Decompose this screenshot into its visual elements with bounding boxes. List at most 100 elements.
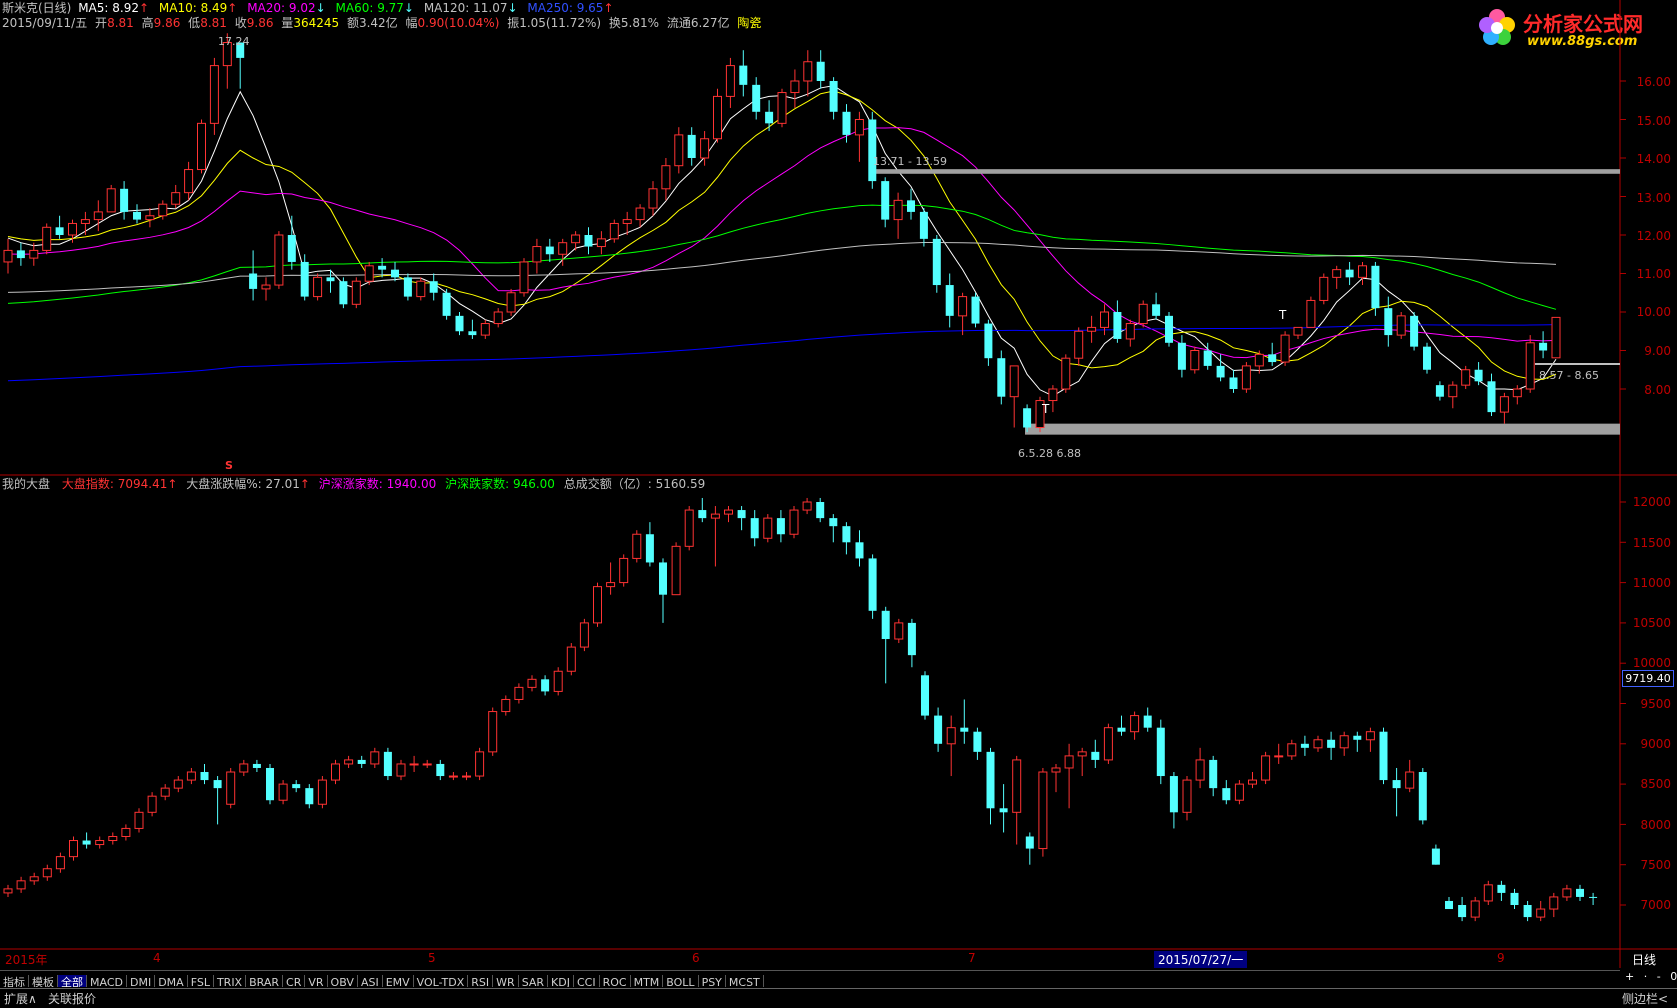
tab-macd[interactable]: MACD xyxy=(87,975,127,987)
candle-body-up xyxy=(158,203,168,217)
candle-body-up xyxy=(1549,896,1559,910)
candle-body-down xyxy=(1523,905,1532,918)
candle-body-down xyxy=(750,518,759,539)
candle-body-up xyxy=(789,509,799,535)
index-pct-label: 大盘涨跌幅%: 27.01↑ xyxy=(186,477,310,491)
candle-body-up xyxy=(802,501,812,511)
candle-body-down xyxy=(292,784,301,789)
candle-body-up xyxy=(1130,715,1140,733)
tab-模板[interactable]: 模板 xyxy=(29,975,58,987)
candle-body-up xyxy=(777,92,787,124)
candle-body-up xyxy=(579,622,589,648)
tab-指标[interactable]: 指标 xyxy=(0,975,29,987)
candle-body-down xyxy=(1023,408,1032,428)
candle-body-up xyxy=(661,165,671,190)
tab-kdj[interactable]: KDJ xyxy=(548,975,574,987)
tab-sar[interactable]: SAR xyxy=(519,975,549,987)
candle-body-up xyxy=(700,138,710,159)
candle-body-down xyxy=(1327,739,1336,748)
lower-axis-label: 10500 xyxy=(1632,616,1671,630)
low-label: 6.5.28 6.88 xyxy=(1018,447,1081,460)
tab-全部[interactable]: 全部 xyxy=(58,975,87,987)
candle-body-down xyxy=(739,65,748,85)
candle-body-down xyxy=(541,679,550,692)
candle-body-down xyxy=(391,269,399,278)
tab-brar[interactable]: BRAR xyxy=(246,975,284,987)
related-quote-button[interactable]: 关联报价 xyxy=(48,990,96,1007)
candle-body-up xyxy=(493,311,503,325)
candle-body-down xyxy=(776,518,785,535)
candle-body-up xyxy=(351,280,361,305)
candle-body-down xyxy=(442,292,451,316)
t-marker-1: T xyxy=(1042,402,1050,416)
candle-body-down xyxy=(339,281,348,305)
time-month: 9 xyxy=(1497,951,1505,965)
tab-mtm[interactable]: MTM xyxy=(631,975,664,987)
tab-obv[interactable]: OBV xyxy=(328,975,358,987)
tab-vol-tdx[interactable]: VOL-TDX xyxy=(414,975,469,987)
tab-rsi[interactable]: RSI xyxy=(468,975,494,987)
tab-mcst[interactable]: MCST xyxy=(726,975,764,987)
lower-axis-label: 8500 xyxy=(1640,777,1671,791)
index-candles xyxy=(3,497,1598,922)
tab-cci[interactable]: CCI xyxy=(574,975,600,987)
candle-body-down xyxy=(855,542,864,559)
candle-body-down xyxy=(403,277,412,297)
sidebar-toggle-button[interactable]: 侧边栏< xyxy=(1622,990,1668,1007)
candle-body-down xyxy=(1143,715,1152,728)
zoom-in-button[interactable]: + xyxy=(1625,970,1634,983)
candle-body-up xyxy=(106,188,116,213)
candle-body-down xyxy=(1371,265,1380,309)
candle-body-up xyxy=(1339,735,1349,749)
candle-body-up xyxy=(344,759,354,765)
tab-dma[interactable]: DMA xyxy=(155,975,188,987)
candle-body-up xyxy=(422,763,432,766)
tab-trix[interactable]: TRIX xyxy=(214,975,247,987)
candle-body-up xyxy=(475,751,485,777)
tab-wr[interactable]: WR xyxy=(493,975,519,987)
candle-body-up xyxy=(571,234,581,244)
candle-body-down xyxy=(1589,896,1598,898)
tab-emv[interactable]: EMV xyxy=(383,975,414,987)
tab-fsl[interactable]: FSL xyxy=(188,975,214,987)
candle-body-down xyxy=(816,61,825,81)
period-label[interactable]: 日线 xyxy=(1632,951,1656,968)
candle-body-down xyxy=(1510,892,1519,905)
candle-body-up xyxy=(1512,388,1522,398)
candle-body-up xyxy=(619,557,629,584)
candle-body-down xyxy=(1216,365,1225,378)
tab-vr[interactable]: VR xyxy=(305,975,328,987)
candle-body-up xyxy=(724,509,733,515)
tab-dmi[interactable]: DMI xyxy=(127,975,156,987)
candle-body-up xyxy=(1254,353,1264,367)
candle-body-down xyxy=(82,840,91,845)
kline-chart-area[interactable] xyxy=(0,0,1677,1007)
candle-body-up xyxy=(121,827,131,837)
candle-body-up xyxy=(558,242,568,255)
lower-axis-label: 7000 xyxy=(1640,898,1671,912)
zoom-out-button[interactable]: - xyxy=(1657,970,1661,983)
lower-axis-label: 7500 xyxy=(1640,858,1671,872)
expand-button[interactable]: 扩展∧ xyxy=(4,990,37,1007)
candle-body-up xyxy=(197,122,206,171)
tab-boll[interactable]: BOLL xyxy=(663,975,699,987)
tab-asi[interactable]: ASI xyxy=(358,975,383,987)
candle-body-up xyxy=(553,670,563,692)
candle-body-down xyxy=(1384,308,1393,336)
candle-body-up xyxy=(894,622,904,640)
candle-body-up xyxy=(186,771,196,781)
tab-cr[interactable]: CR xyxy=(283,975,306,987)
tab-psy[interactable]: PSY xyxy=(699,975,726,987)
tab-roc[interactable]: ROC xyxy=(600,975,631,987)
zoom-reset-button[interactable]: 0 xyxy=(1670,970,1677,983)
candle-body-up xyxy=(1358,265,1367,278)
time-month: 4 xyxy=(153,951,161,965)
candle-body-down xyxy=(1474,369,1483,382)
candle-body-down xyxy=(584,235,593,247)
candle-body-down xyxy=(133,211,141,220)
candle-body-up xyxy=(1461,369,1471,386)
candle-body-down xyxy=(252,763,261,768)
candle-body-up xyxy=(1048,388,1058,402)
candle-body-down xyxy=(932,238,941,286)
time-month: 7 xyxy=(968,951,976,965)
